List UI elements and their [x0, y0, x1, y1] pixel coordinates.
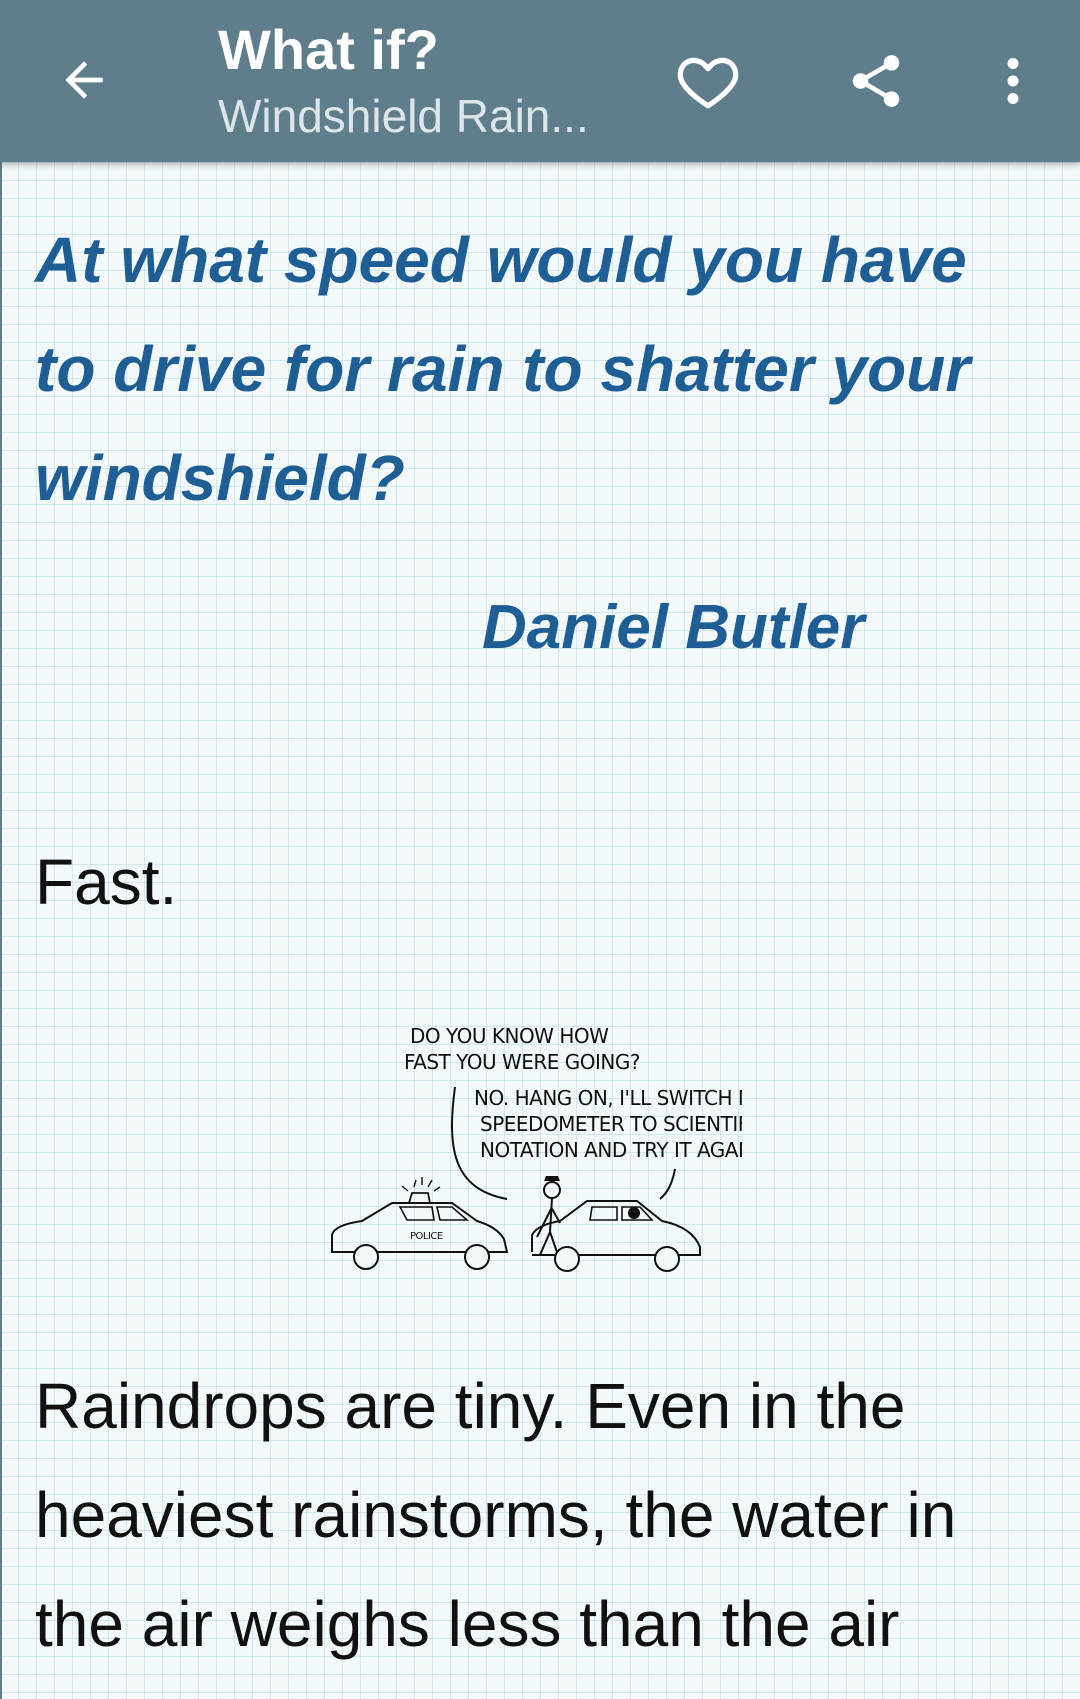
short-answer: Fast. [35, 846, 178, 918]
more-vertical-icon [1007, 58, 1019, 104]
article-body-paragraph: Raindrops are tiny. Even in the heaviest… [35, 1370, 957, 1660]
back-button[interactable] [40, 40, 128, 120]
comic-police-label: POLICE [410, 1231, 443, 1242]
comic-driver-line-2: SPEEDOMETER TO SCIENTIFIC [480, 1112, 742, 1136]
app-bar: What if? Windshield Rain... [0, 0, 1080, 162]
comic-officer-line-2: FAST YOU WERE GOING? [404, 1050, 640, 1074]
heart-icon [677, 57, 739, 109]
article-subtitle: Windshield Rain... [218, 90, 589, 142]
favorite-button[interactable] [665, 38, 751, 124]
title-block: What if? Windshield Rain... [218, 18, 589, 146]
more-options-button[interactable] [970, 38, 1056, 124]
xkcd-comic-image: DO YOU KNOW HOW FAST YOU WERE GOING? NO.… [331, 1024, 742, 1272]
comic-driver-line-3: NOTATION AND TRY IT AGAIN. [480, 1138, 742, 1162]
share-icon [852, 55, 900, 107]
article-question: At what speed would you have to drive fo… [35, 224, 971, 514]
question-author: Daniel Butler [482, 593, 865, 662]
arrow-left-icon [65, 61, 103, 99]
share-button[interactable] [833, 38, 919, 124]
comic-officer-line-1: DO YOU KNOW HOW [410, 1024, 609, 1048]
article-content[interactable]: At what speed would you have to drive fo… [0, 162, 1080, 1699]
comic-driver-line-1: NO. HANG ON, I'LL SWITCH MY [474, 1086, 742, 1110]
app-title: What if? [218, 18, 439, 81]
